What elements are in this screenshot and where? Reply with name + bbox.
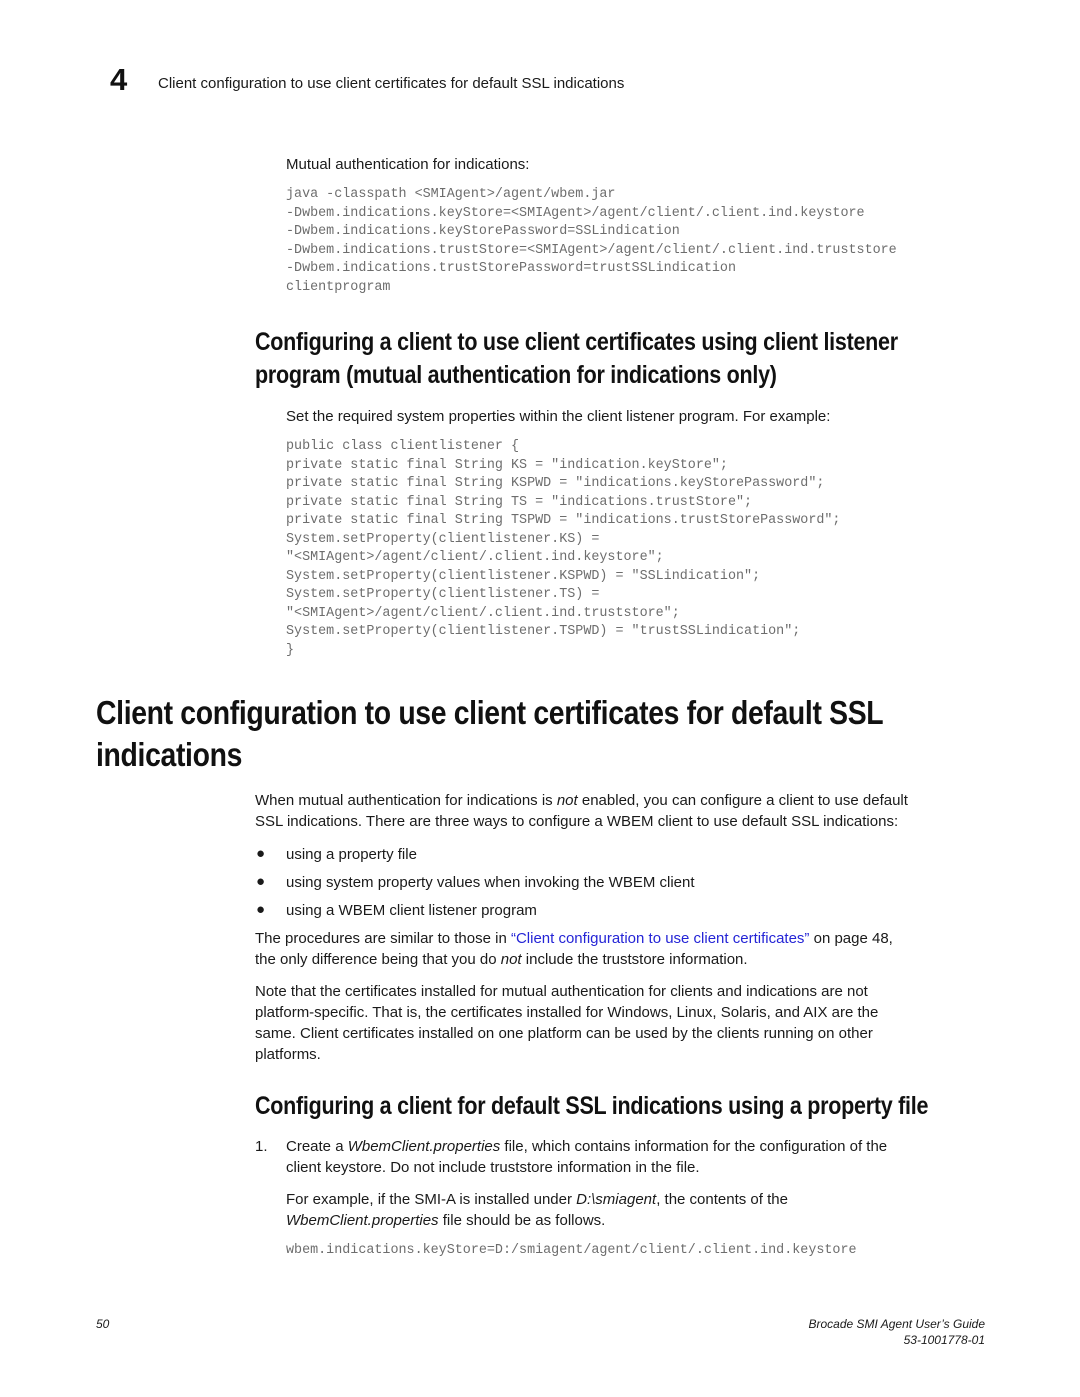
text-run: include the truststore information. xyxy=(521,951,748,968)
client-listener-intro: Set the required system properties withi… xyxy=(286,408,831,425)
text-run: The procedures are similar to those in xyxy=(255,930,511,947)
cross-reference-link[interactable]: “Client configuration to use client cert… xyxy=(511,930,809,947)
note-paragraph: Note that the certificates installed for… xyxy=(255,981,1015,1065)
emphasis: not xyxy=(556,792,578,809)
section-heading-default-ssl: Client configuration to use client certi… xyxy=(96,692,956,776)
list-item-text: using system property values when invoki… xyxy=(286,874,695,891)
code-line: private static final String TSPWD = "ind… xyxy=(286,513,841,528)
text-run: client keystore. Do not include truststo… xyxy=(286,1159,700,1176)
section-heading-client-listener: Configuring a client to use client certi… xyxy=(255,326,926,392)
text-run: file, which contains information for the… xyxy=(500,1138,888,1155)
footer-guide-title: Brocade SMI Agent User’s Guide xyxy=(808,1317,985,1331)
example-paragraph: For example, if the SMI-A is installed u… xyxy=(286,1189,1006,1231)
footer-doc-number: 53-1001778-01 xyxy=(903,1333,985,1347)
text-run: platform-specific. That is, the certific… xyxy=(255,1004,879,1021)
step-1-text: Create a WbemClient.properties file, whi… xyxy=(286,1136,1006,1178)
code-line: "<SMIAgent>/agent/client/.client.ind.tru… xyxy=(286,605,680,621)
text-run: enabled, you can configure a client to u… xyxy=(577,792,908,809)
text-run: platforms. xyxy=(255,1046,321,1063)
code-line: -Dwbem.indications.keyStorePassword=SSLi… xyxy=(286,224,680,239)
bullet-icon: ● xyxy=(256,873,266,890)
code-line: private static final String TS = "indica… xyxy=(286,494,753,510)
mutual-auth-label: Mutual authentication for indications: xyxy=(286,156,530,173)
code-line: System.setProperty(clientlistener.TS) = xyxy=(286,587,600,602)
code-line: System.setProperty(clientlistener.KS) = xyxy=(286,531,600,547)
list-item: ● using a WBEM client listener program xyxy=(255,900,695,928)
text-run: the only difference being that you do xyxy=(255,951,501,968)
code-line: -Dwbem.indications.trustStorePassword=tr… xyxy=(286,261,736,276)
list-item: ● using a property file xyxy=(255,844,695,872)
code-line: } xyxy=(286,642,295,658)
code-line: clientprogram xyxy=(286,279,391,295)
property-file-code-line: wbem.indications.keyStore=D:/smiagent/ag… xyxy=(286,1243,857,1258)
mutual-auth-code-block: java -classpath <SMIAgent>/agent/wbem.ja… xyxy=(286,186,897,297)
text-run: For example, if the SMI-A is installed u… xyxy=(286,1191,577,1208)
list-item: ● using system property values when invok… xyxy=(255,872,695,900)
running-header-title: Client configuration to use client certi… xyxy=(158,75,625,92)
emphasis: WbemClient.properties xyxy=(347,1138,501,1155)
text-run: When mutual authentication for indicatio… xyxy=(255,792,557,809)
emphasis: WbemClient.properties xyxy=(286,1212,439,1229)
text-run: SSL indications. There are three ways to… xyxy=(255,813,899,830)
page-number: 50 xyxy=(96,1317,110,1331)
list-item-text: using a property file xyxy=(286,846,417,863)
text-run: on page 48, xyxy=(809,930,893,947)
text-run: , the contents of the xyxy=(656,1191,788,1208)
code-line: private static final String KSPWD = "ind… xyxy=(286,476,825,491)
code-line: "<SMIAgent>/agent/client/.client.ind.key… xyxy=(286,550,664,565)
emphasis: not xyxy=(500,951,522,968)
heading-line: indications xyxy=(96,736,243,773)
code-line: private static final String KS = "indica… xyxy=(286,457,728,473)
text-run: Create a xyxy=(286,1138,348,1155)
code-line: public class clientlistener { xyxy=(286,439,520,454)
text-run: same. Client certificates installed on o… xyxy=(255,1025,873,1042)
code-line: System.setProperty(clientlistener.KSPWD)… xyxy=(286,568,761,584)
ways-bullet-list: ● using a property file ● using system pro… xyxy=(255,844,695,928)
heading-line: Client configuration to use client certi… xyxy=(96,694,884,731)
list-item-text: using a WBEM client listener program xyxy=(286,902,537,919)
bullet-icon: ● xyxy=(256,901,266,918)
text-run: file should be as follows. xyxy=(438,1212,606,1229)
procedures-paragraph: The procedures are similar to those in “… xyxy=(255,928,1015,970)
heading-line: Configuring a client to use client certi… xyxy=(255,328,898,356)
code-line: -Dwbem.indications.keyStore=<SMIAgent>/a… xyxy=(286,205,865,221)
text-run: Note that the certificates installed for… xyxy=(255,983,868,1000)
emphasis: D:\smiagent xyxy=(576,1191,657,1208)
code-line: -Dwbem.indications.trustStore=<SMIAgent>… xyxy=(286,242,897,258)
heading-line: program (mutual authentication for indic… xyxy=(255,361,777,389)
bullet-icon: ● xyxy=(256,845,266,862)
chapter-number: 4 xyxy=(110,62,128,97)
section-heading-property-file: Configuring a client for default SSL ind… xyxy=(255,1092,929,1120)
default-ssl-intro-paragraph: When mutual authentication for indicatio… xyxy=(255,790,1015,832)
step-number: 1. xyxy=(255,1138,268,1155)
code-line: System.setProperty(clientlistener.TSPWD)… xyxy=(286,624,801,639)
client-listener-code-block: public class clientlistener { private st… xyxy=(286,438,840,660)
code-line: java -classpath <SMIAgent>/agent/wbem.ja… xyxy=(286,187,616,202)
